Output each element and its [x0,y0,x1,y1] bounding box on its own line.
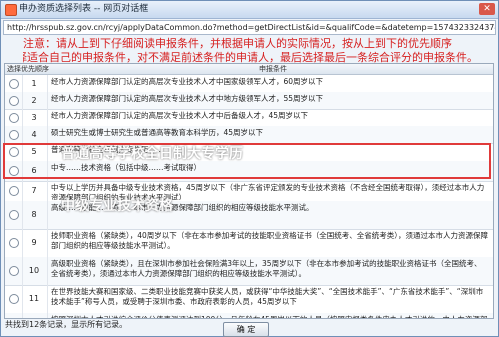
row-condition-text: 经市人力资源保障部门认定的高层次专业技术人才中地方级领军人才，55周岁以下 [51,94,324,103]
overlay-text-2: 中级专业技术资格 [61,198,173,214]
ok-button[interactable]: 确 定 [223,322,269,337]
row-priority-number: 3 [31,112,37,122]
column-divider [47,143,48,161]
window-title: 申办资质选择列表 -- 网页对话框 [19,4,149,14]
row-priority-number: 5 [31,147,37,156]
row-radio-button[interactable] [9,210,19,220]
notice-line-1: 注意：请从上到下仔细阅读申报条件，并根据申请人的实际情况，按从上到下的优先顺序 [23,37,452,50]
row-radio-button[interactable] [9,112,19,123]
row-radio-button[interactable] [9,166,19,176]
col-condition-header: 申报条件 [259,65,287,73]
condition-table: 选择优先顺序 申报条件 1 经市人力资源保障部门认定的高层次专业技术人才中国家级领… [4,63,494,319]
row-priority-number: 1 [31,78,37,88]
column-divider [47,109,48,126]
table-header: 选择优先顺序 申报条件 [5,64,493,75]
column-divider [47,75,48,92]
row-radio-button[interactable] [9,78,19,89]
table-row[interactable]: 1 经市人力资源保障部门认定的高层次专业技术人才中国家级领军人才，60周岁以下 [5,75,493,93]
row-priority-number: 2 [31,95,37,105]
column-divider [47,92,48,109]
app-icon [5,4,17,16]
row-radio-button[interactable] [9,186,19,196]
row-condition-text: 中专……技术资格（包括中级……考试取得） [51,163,201,172]
row-priority-number: 10 [28,266,40,275]
address-bar[interactable]: http://hrsspub.sz.gov.cn/rcyj/applyDataC… [3,20,496,35]
overlay-text-1: 普通高等学校全日制大专学历 [61,146,243,162]
column-divider [47,201,48,229]
table-row[interactable]: 10 高级职业资格（紧缺类），且在深圳市参加社会保险满3年以上，35周岁以下（非在… [5,257,493,286]
close-icon[interactable]: ✕ [479,3,495,15]
row-radio-button[interactable] [9,129,19,140]
table-row[interactable]: 4 硕士研究生或博士研究生或普通高等教育本科学历，45周岁以下 [5,126,493,144]
title-bar: 申办资质选择列表 -- 网页对话框 ✕ [1,1,498,19]
table-row[interactable]: 11 在世界技能大赛和国家级、二类职业技能竞赛中获奖人员，或获得“中华技能大奖”、… [5,285,493,314]
row-radio-button[interactable] [9,147,19,157]
column-divider [47,181,48,201]
row-priority-number: 8 [31,210,37,219]
column-divider [47,229,48,257]
row-radio-button[interactable] [9,238,19,248]
column-divider [47,285,48,313]
table-row[interactable]: 2 经市人力资源保障部门认定的高层次专业技术人才中地方级领军人才，55周岁以下 [5,92,493,110]
row-radio-button[interactable] [9,95,19,106]
row-priority-number: 4 [31,129,37,139]
row-condition-text: 经市人力资源保障部门认定的高层次专业技术人才中后备级人才，45周岁以下 [51,111,309,120]
row-condition-text: 在世界技能大赛和国家级、二类职业技能竞赛中获奖人员，或获得“中华技能大奖”、“全… [51,287,484,306]
table-row[interactable]: 6 中专……技术资格（包括中级……考试取得） [5,161,493,182]
record-count-status: 共找到12条记录，显示所有记录。 [5,320,128,329]
dialog-window: 申办资质选择列表 -- 网页对话框 ✕ http://hrsspub.sz.go… [0,0,499,337]
col-select-header: 选择优先顺序 [7,65,49,73]
row-condition-text: 经市人力资源保障部门认定的高层次专业技术人才中国家级领军人才，60周岁以下 [51,77,324,86]
row-priority-number: 11 [28,294,40,303]
table-row[interactable]: 9 技师职业资格（紧缺类），40周岁以下（非在本市参加考试的技能职业资格证书（全国… [5,229,493,258]
notice-text: 注意：请从上到下仔细阅读申报条件，并根据申请人的实际情况，按从上到下的优先顺序 … [23,37,493,65]
row-condition-text: 硕士研究生或博士研究生或普通高等教育本科学历，45周岁以下 [51,128,264,137]
column-divider [47,126,48,143]
row-priority-number: 7 [31,186,37,195]
row-priority-number: 6 [31,166,37,175]
row-radio-button[interactable] [9,266,19,276]
row-condition-text: 高级职业资格（紧缺类），且在深圳市参加社会保险满3年以上，35周岁以下（非在本市… [51,259,482,278]
row-priority-number: 9 [31,238,37,247]
row-radio-button[interactable] [9,294,19,304]
column-divider [47,161,48,181]
column-divider [47,257,48,285]
table-row[interactable]: 3 经市人力资源保障部门认定的高层次专业技术人才中后备级人才，45周岁以下 [5,109,493,127]
row-condition-text: 技师职业资格（紧缺类），40周岁以下（非在本市参加考试的技能职业资格证书（全国统… [51,231,489,250]
